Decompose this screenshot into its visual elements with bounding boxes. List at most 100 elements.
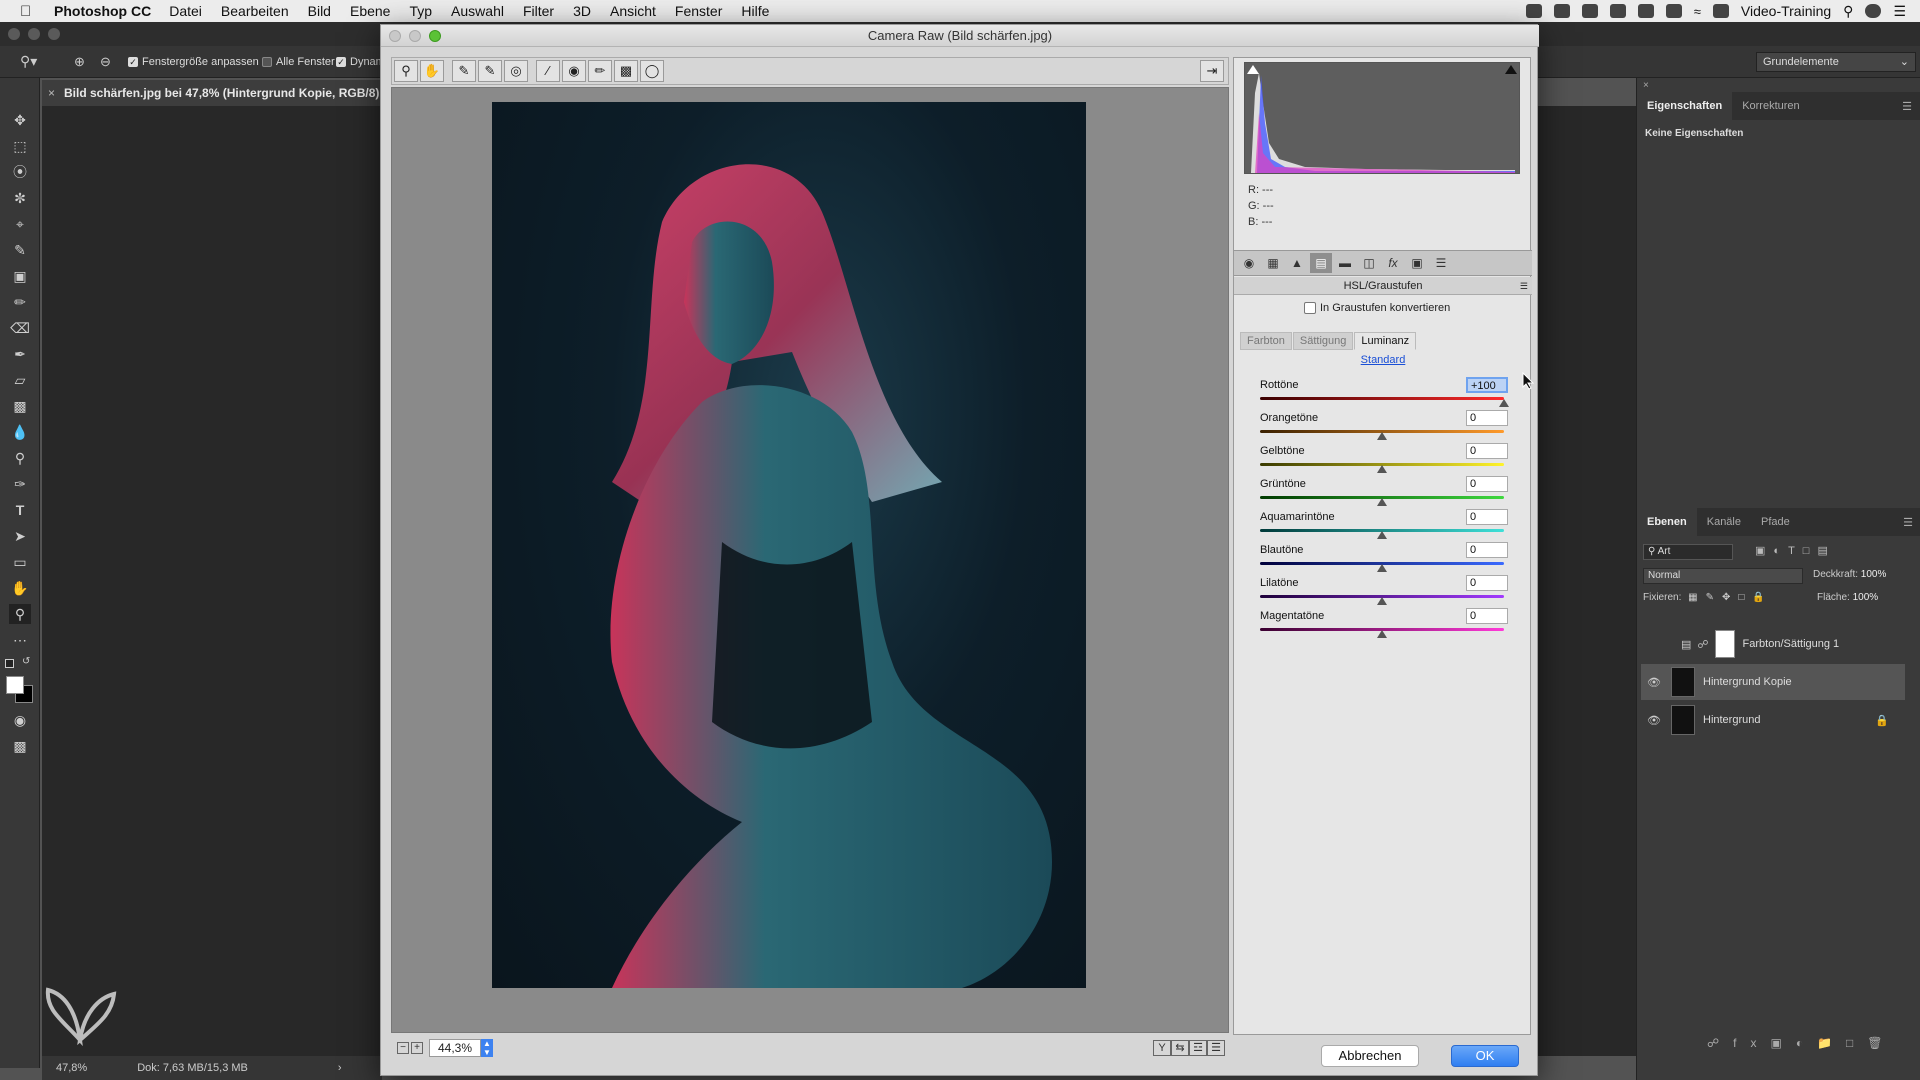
slider-value-field[interactable]: 0	[1466, 443, 1508, 459]
airplay-icon[interactable]	[1712, 4, 1729, 18]
layer-mask-thumb[interactable]	[1714, 630, 1735, 658]
status-icon-record[interactable]	[1525, 4, 1542, 18]
layer-row-hintergrund-kopie[interactable]: 👁 Hintergrund Kopie	[1641, 664, 1905, 700]
menu-hilfe[interactable]: Hilfe	[741, 3, 769, 19]
foreground-color-swatch[interactable]	[6, 676, 24, 694]
chevron-right-icon[interactable]: ›	[338, 1062, 342, 1074]
zoom-level[interactable]: 47,8%	[56, 1062, 87, 1074]
hsl-panel-icon[interactable]: ▤	[1310, 253, 1332, 273]
slider-value-field[interactable]: 0	[1466, 575, 1508, 591]
radial-filter-icon[interactable]: ◯	[640, 60, 664, 82]
fit-window-checkbox[interactable]: ✓	[128, 57, 138, 67]
panel-menu-icon[interactable]: ☰	[1892, 100, 1920, 113]
hand-tool-icon[interactable]: ✋	[9, 578, 31, 598]
lens-corrections-icon[interactable]: ◫	[1358, 253, 1380, 273]
layer-name[interactable]: Farbton/Sättigung 1	[1743, 638, 1840, 650]
slider-value-field[interactable]: 0	[1466, 608, 1508, 624]
menu-filter[interactable]: Filter	[523, 3, 554, 19]
healing-brush-tool-icon[interactable]: ▣	[9, 266, 31, 286]
eyedropper-tool-icon[interactable]: ✎	[9, 240, 31, 260]
tab-farbton[interactable]: Farbton	[1240, 332, 1292, 350]
dynamic-zoom-checkbox[interactable]: ✓	[336, 57, 346, 67]
white-balance-tool-icon[interactable]: ✎	[452, 60, 476, 82]
zoom-tool-icon[interactable]: ⚲	[9, 604, 31, 624]
dialog-close-icon[interactable]	[389, 30, 401, 42]
filter-type-icon[interactable]: T	[1788, 545, 1803, 557]
wifi-icon[interactable]: ≈	[1694, 4, 1701, 19]
clone-stamp-tool-icon[interactable]: ⌫	[9, 318, 31, 338]
adjustment-brush-icon[interactable]: ✏	[588, 60, 612, 82]
layer-style-icon[interactable]: fx	[1733, 1036, 1770, 1050]
apple-icon[interactable]: 	[20, 3, 42, 20]
add-mask-icon[interactable]: ▣	[1771, 1036, 1796, 1050]
close-tab-icon[interactable]: ×	[48, 86, 55, 100]
screen-mode-icon[interactable]: ▩	[9, 736, 31, 756]
basic-panel-icon[interactable]: ◉	[1238, 253, 1260, 273]
graduated-filter-icon[interactable]: ▩	[614, 60, 638, 82]
cancel-button[interactable]: Abbrechen	[1321, 1045, 1419, 1067]
default-link[interactable]: Standard	[1234, 354, 1532, 366]
new-layer-icon[interactable]: □	[1846, 1036, 1867, 1050]
rectangle-tool-icon[interactable]: ▭	[9, 552, 31, 572]
slider-value-field[interactable]: 0	[1466, 476, 1508, 492]
eraser-tool-icon[interactable]: ▱	[9, 370, 31, 390]
dodge-tool-icon[interactable]: ⚲	[9, 448, 31, 468]
minimize-window-icon[interactable]	[28, 28, 40, 40]
collapse-panels-icon[interactable]: ×	[1643, 80, 1649, 91]
layer-name[interactable]: Hintergrund Kopie	[1703, 676, 1792, 688]
type-tool-icon[interactable]: T	[9, 500, 31, 520]
fill-value[interactable]: 100%	[1853, 592, 1879, 603]
new-group-icon[interactable]: 📁	[1817, 1036, 1846, 1050]
siri-icon[interactable]	[1865, 4, 1882, 18]
histogram[interactable]	[1244, 62, 1520, 174]
slider-thumb[interactable]	[1377, 498, 1387, 506]
straighten-tool-icon[interactable]: ∕	[536, 60, 560, 82]
blend-mode-select[interactable]: Normal	[1643, 568, 1803, 584]
slider-thumb[interactable]	[1377, 432, 1387, 440]
slider-thumb[interactable]	[1377, 597, 1387, 605]
workspace-switcher[interactable]: Grundelemente ⌄	[1756, 52, 1916, 72]
highlight-clipping-icon[interactable]	[1505, 65, 1517, 74]
tab-ebenen[interactable]: Ebenen	[1637, 508, 1697, 536]
blur-tool-icon[interactable]: 💧	[9, 422, 31, 442]
cr-hand-tool-icon[interactable]: ✋	[420, 60, 444, 82]
dropbox-icon[interactable]	[1609, 4, 1626, 18]
layer-thumbnail[interactable]	[1671, 667, 1695, 697]
new-adjustment-layer-icon[interactable]: ◐	[1796, 1036, 1817, 1050]
ok-button[interactable]: OK	[1451, 1045, 1519, 1067]
menu-ebene[interactable]: Ebene	[350, 3, 390, 19]
opacity-control[interactable]: Deckkraft: 100%	[1813, 569, 1886, 580]
filter-smart-object-icon[interactable]: ▤	[1817, 545, 1835, 557]
battery-icon[interactable]	[1637, 4, 1654, 18]
menu-fenster[interactable]: Fenster	[675, 3, 722, 19]
default-colors-icon[interactable]	[5, 659, 14, 668]
bluetooth-icon[interactable]	[1665, 4, 1682, 18]
slider-value-field[interactable]: 0	[1466, 542, 1508, 558]
split-toning-icon[interactable]: ▬	[1334, 253, 1356, 273]
menu-auswahl[interactable]: Auswahl	[451, 3, 504, 19]
marquee-tool-icon[interactable]: ⬚	[9, 136, 31, 156]
status-icon-cloud[interactable]	[1581, 4, 1598, 18]
tab-saettigung[interactable]: Sättigung	[1292, 332, 1354, 350]
filter-pixel-icon[interactable]: ▣	[1755, 545, 1773, 557]
open-preferences-icon[interactable]: ⇥	[1200, 60, 1224, 82]
image-preview-area[interactable]	[391, 87, 1229, 1033]
layer-thumbnail[interactable]	[1671, 705, 1695, 735]
red-eye-tool-icon[interactable]: ◉	[562, 60, 586, 82]
app-name-menu[interactable]: Photoshop CC	[54, 3, 151, 19]
status-icon-app[interactable]	[1553, 4, 1570, 18]
menu-ansicht[interactable]: Ansicht	[610, 3, 656, 19]
dialog-zoom-icon[interactable]	[429, 30, 441, 42]
menu-typ[interactable]: Typ	[409, 3, 432, 19]
opacity-value[interactable]: 100%	[1861, 569, 1887, 580]
menu-datei[interactable]: Datei	[169, 3, 202, 19]
move-tool-icon[interactable]: ✥	[9, 110, 31, 130]
menu-bearbeiten[interactable]: Bearbeiten	[221, 3, 289, 19]
effects-icon[interactable]: fx	[1382, 253, 1404, 273]
slider-thumb[interactable]	[1377, 531, 1387, 539]
slider-value-field[interactable]: 0	[1466, 410, 1508, 426]
slider-thumb[interactable]	[1377, 564, 1387, 572]
document-tab[interactable]: × Bild schärfen.jpg bei 47,8% (Hintergru…	[42, 80, 382, 106]
filter-adjustment-icon[interactable]: ◐	[1773, 545, 1788, 557]
mask-link-icon[interactable]: ☍	[1697, 638, 1708, 651]
